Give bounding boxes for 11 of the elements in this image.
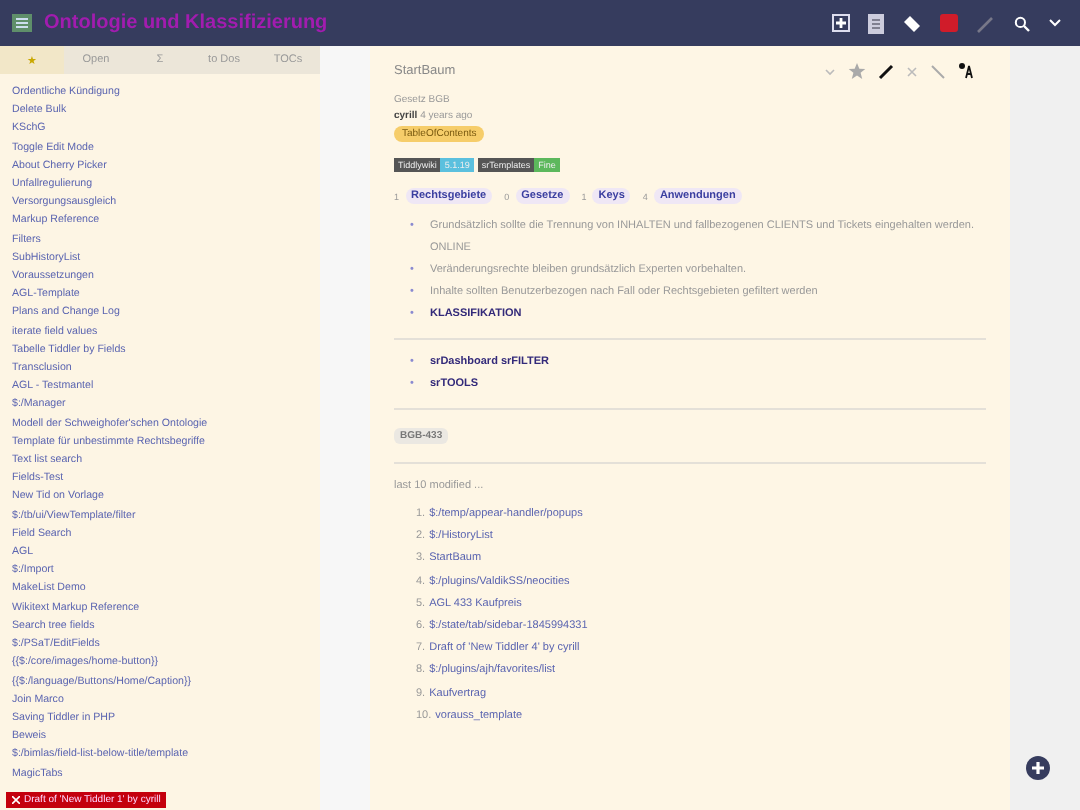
wand-icon[interactable] [976, 13, 996, 33]
menu-icon[interactable] [12, 14, 32, 32]
add-icon[interactable] [1026, 756, 1050, 780]
pencil-icon[interactable] [878, 63, 894, 79]
document-icon[interactable] [868, 13, 884, 33]
search-icon[interactable] [1014, 15, 1030, 31]
add-icon[interactable] [832, 14, 850, 32]
star-icon[interactable] [848, 62, 866, 80]
tag-icon[interactable] [902, 13, 922, 33]
person-icon[interactable] [958, 62, 974, 80]
site-title: Ontologie und Klassifizierung [44, 12, 328, 34]
